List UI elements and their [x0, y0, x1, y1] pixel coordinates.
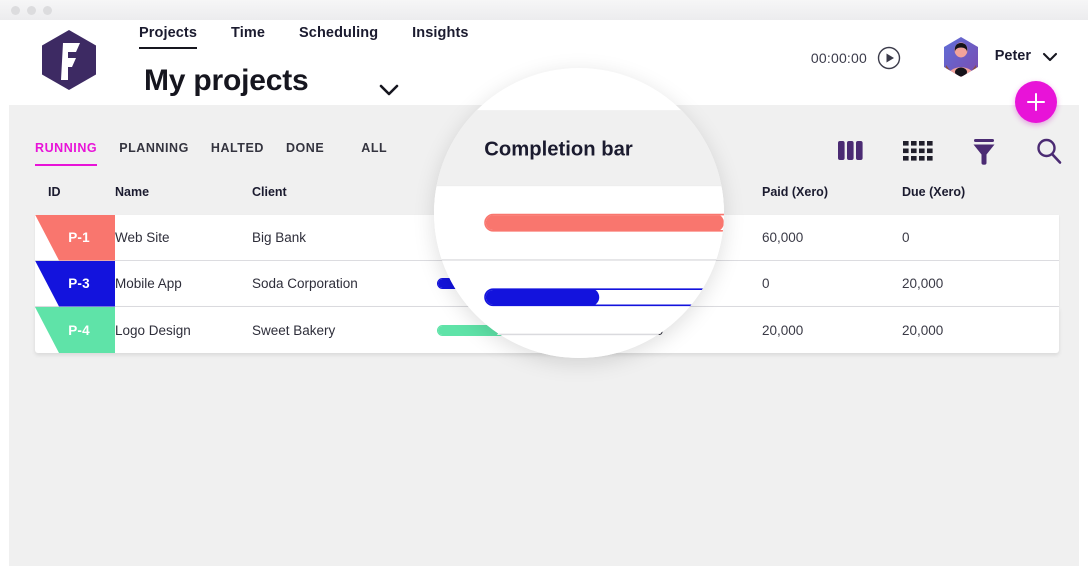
magnified-row: 40,000	[434, 335, 724, 358]
col-header-id[interactable]: ID	[35, 185, 115, 199]
minimize-dot[interactable]	[27, 6, 36, 15]
app-root: Projects Time Scheduling Insights My pro…	[0, 0, 1088, 566]
magnified-header-row: Completion bar Invoiced (Xero)	[434, 110, 724, 187]
project-id-label: P-3	[68, 276, 90, 291]
project-name: Logo Design	[115, 322, 191, 338]
project-name: Web Site	[115, 230, 170, 245]
close-dot[interactable]	[11, 6, 20, 15]
app-window: Projects Time Scheduling Insights My pro…	[9, 20, 1079, 566]
nav-item-insights[interactable]: Insights	[412, 25, 468, 49]
project-id-badge: P-3	[35, 260, 115, 307]
nav-item-projects[interactable]: Projects	[139, 25, 198, 49]
magnified-row: 60,000	[434, 186, 724, 261]
magnified-rows: 60,000 20,000	[434, 186, 724, 358]
tab-all[interactable]: ALL	[361, 141, 387, 166]
project-id-label: P-1	[68, 230, 90, 245]
search-icon[interactable]	[1035, 137, 1063, 165]
project-id-badge: P-1	[35, 214, 115, 261]
col-header-due[interactable]: Due (Xero)	[902, 185, 1042, 199]
filter-icon[interactable]	[971, 137, 997, 165]
user-name-label[interactable]: Peter	[995, 48, 1031, 64]
magnified-bar-cell	[484, 288, 724, 307]
chevron-down-icon[interactable]	[375, 80, 403, 100]
nav-item-time[interactable]: Time	[231, 25, 265, 49]
project-client: Soda Corporation	[252, 276, 358, 291]
paid-amount: 60,000	[762, 230, 804, 245]
completion-bar-fill	[485, 215, 724, 231]
project-client: Sweet Bakery	[252, 322, 336, 338]
paid-amount: 0	[762, 276, 770, 291]
tab-planning[interactable]: PLANNING	[119, 141, 189, 166]
chevron-down-icon[interactable]	[1039, 49, 1061, 65]
magnifier-content: Completion bar Invoiced (Xero) 60,00	[434, 68, 724, 358]
main-nav: Projects Time Scheduling Insights	[139, 25, 469, 49]
col-header-name[interactable]: Name	[115, 185, 252, 199]
project-id-label: P-4	[68, 322, 90, 338]
due-amount: 20,000	[902, 276, 944, 291]
tab-halted[interactable]: HALTED	[211, 141, 264, 166]
completion-bar	[484, 213, 724, 232]
magnifier-lens: Completion bar Invoiced (Xero) 60,00	[434, 68, 724, 358]
due-amount: 20,000	[902, 322, 944, 338]
window-controls	[11, 6, 52, 15]
project-id-badge: P-4	[35, 307, 115, 353]
project-name: Mobile App	[115, 276, 182, 291]
timer-widget: 00:00:00	[811, 46, 901, 70]
user-avatar-hexagon[interactable]	[943, 37, 979, 77]
due-amount: 0	[902, 230, 910, 245]
view-toolbar	[837, 137, 1063, 165]
columns-icon[interactable]	[837, 139, 865, 163]
magnified-col-completion-bar: Completion bar	[484, 136, 633, 160]
col-header-client[interactable]: Client	[252, 185, 437, 199]
completion-bar	[484, 288, 724, 307]
project-client: Big Bank	[252, 230, 307, 245]
page-title: My projects	[144, 64, 309, 97]
play-circle-icon[interactable]	[877, 46, 901, 70]
col-header-paid[interactable]: Paid (Xero)	[762, 185, 902, 199]
magnified-bar-cell	[484, 213, 724, 232]
magnified-row: 20,000	[434, 260, 724, 336]
timer-value: 00:00:00	[810, 50, 867, 66]
hexagon-f-logo-icon[interactable]	[41, 29, 97, 91]
status-tabs: RUNNING PLANNING HALTED DONE ALL	[35, 141, 409, 166]
grid-icon[interactable]	[903, 139, 933, 163]
paid-amount: 20,000	[762, 322, 804, 338]
completion-bar-fill	[485, 289, 599, 305]
tab-done[interactable]: DONE	[286, 141, 324, 166]
add-project-fab[interactable]	[1015, 81, 1057, 123]
maximize-dot[interactable]	[43, 6, 52, 15]
window-titlebar	[0, 0, 1088, 20]
tab-running[interactable]: RUNNING	[35, 141, 98, 166]
nav-item-scheduling[interactable]: Scheduling	[299, 25, 378, 49]
